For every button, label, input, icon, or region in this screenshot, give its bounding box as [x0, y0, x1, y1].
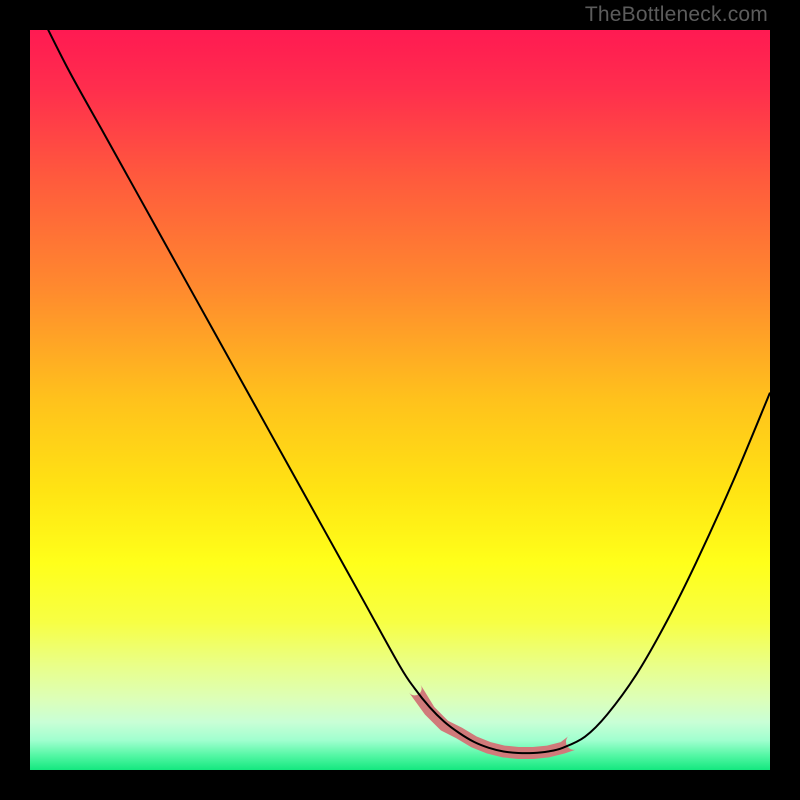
bottleneck-curve-line: [30, 0, 770, 753]
plot-area: [30, 30, 770, 770]
chart-svg: [30, 30, 770, 770]
frame-left: [0, 0, 30, 800]
frame-bottom: [0, 770, 800, 800]
flat-region-markers: [409, 685, 578, 759]
watermark-text: TheBottleneck.com: [585, 3, 768, 27]
frame-right: [770, 0, 800, 800]
